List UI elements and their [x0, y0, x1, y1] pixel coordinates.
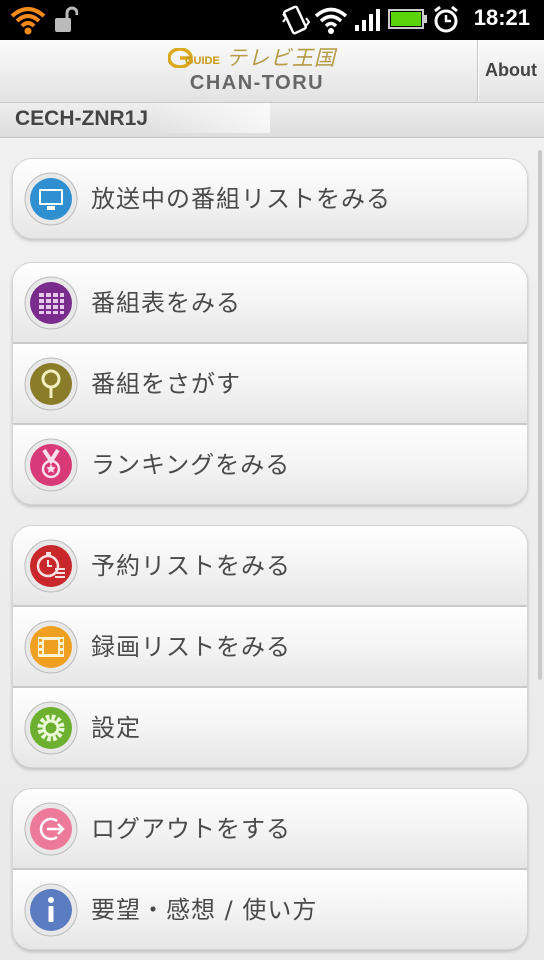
logo-guide-text: GUIDE [185, 55, 220, 67]
program-grid-icon [24, 276, 78, 330]
menu-item-label: 番組をさがす [91, 370, 241, 398]
menu-item-logout[interactable]: ログアウトをする [13, 789, 527, 870]
unlock-icon [55, 6, 78, 32]
scrollbar[interactable] [538, 150, 542, 680]
menu-item-label: 番組表をみる [91, 289, 241, 317]
gear-icon [24, 701, 78, 755]
status-bar: 18:21 [0, 0, 544, 40]
menu-item-label: ランキングをみる [91, 451, 291, 479]
menu-item-on-air-list[interactable]: 放送中の番組リストをみる [13, 159, 527, 238]
guide-logo-icon: GUIDE [168, 48, 220, 68]
info-icon [24, 883, 78, 937]
menu-group-programs: 番組表をみる 番組をさがす ランキングをみる [12, 262, 528, 505]
menu-item-label: ログアウトをする [91, 815, 291, 843]
menu-item-recording-list[interactable]: 録画リストをみる [13, 607, 527, 688]
menu-item-label: 要望・感想 / 使い方 [91, 896, 318, 924]
app-logo: GUIDE テレビ王国 CHAN-TORU [0, 40, 476, 102]
menu-item-program-guide[interactable]: 番組表をみる [13, 263, 527, 344]
app-header: GUIDE テレビ王国 CHAN-TORU About [0, 40, 544, 103]
film-icon [24, 620, 78, 674]
medal-icon [24, 438, 78, 492]
menu-item-ranking[interactable]: ランキングをみる [13, 425, 527, 504]
reservation-timer-icon [24, 539, 78, 593]
menu-item-label: 設定 [91, 714, 141, 742]
menu-group-recordings: 予約リストをみる 録画リストをみる 設定 [12, 525, 528, 768]
clock: 18:21 [473, 5, 530, 30]
alarm-icon [434, 5, 458, 33]
logout-icon [24, 802, 78, 856]
menu-group-now: 放送中の番組リストをみる [12, 158, 528, 239]
wifi-alert-icon [10, 7, 46, 35]
logo-title: テレビ王国 [226, 46, 336, 70]
menu-item-settings[interactable]: 設定 [13, 688, 527, 767]
menu-item-program-search[interactable]: 番組をさがす [13, 344, 527, 425]
menu-item-label: 予約リストをみる [91, 552, 291, 580]
vibrate-icon [282, 5, 310, 35]
device-bar: CECH-ZNR1J [0, 103, 544, 138]
menu-group-account: ログアウトをする 要望・感想 / 使い方 [12, 788, 528, 950]
wifi-icon [314, 7, 348, 34]
battery-icon [388, 9, 427, 29]
menu-item-feedback-help[interactable]: 要望・感想 / 使い方 [13, 870, 527, 949]
magnifier-icon [24, 357, 78, 411]
signal-icon [355, 9, 380, 31]
device-name-highlight [150, 103, 270, 133]
about-button[interactable]: About [477, 40, 544, 102]
menu-item-label: 録画リストをみる [91, 633, 291, 661]
menu-item-label: 放送中の番組リストをみる [91, 185, 391, 213]
device-name: CECH-ZNR1J [15, 107, 149, 130]
app-subtitle: CHAN-TORU [189, 72, 325, 94]
tv-monitor-icon [24, 172, 78, 226]
menu-item-reservation-list[interactable]: 予約リストをみる [13, 526, 527, 607]
